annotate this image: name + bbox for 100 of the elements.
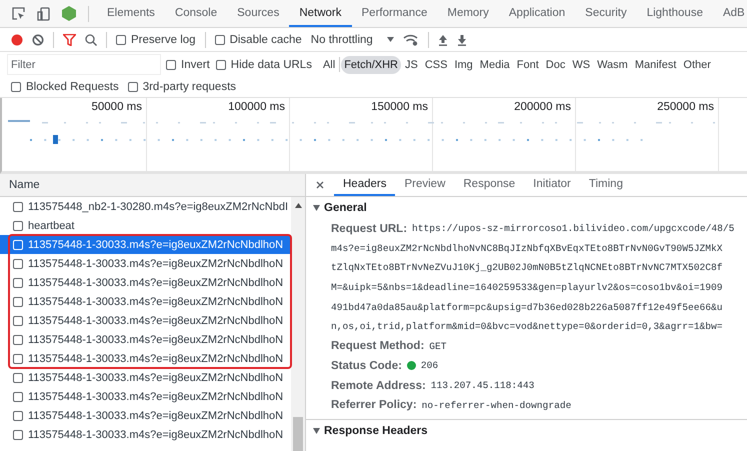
search-icon[interactable] (85, 34, 97, 46)
url-text-line: M=&uipk=5&nbs=1&deadline=1640259533&gen=playurlv2&os=coso1bv&oi=1909 (331, 282, 722, 294)
request-row[interactable]: 113575448-1-30033.m4s?e=ig8euxZM2rNcNbdlhoN (0, 406, 291, 425)
panel-tab[interactable]: Network (289, 0, 352, 27)
details-tab[interactable]: Response (454, 174, 524, 196)
throttling-dropdown[interactable]: No throttling (310, 34, 394, 46)
checkbox[interactable] (116, 34, 126, 44)
upload-icon[interactable] (438, 34, 448, 46)
checkbox[interactable] (214, 34, 225, 44)
checkbox-label[interactable]: Invert (181, 58, 210, 70)
request-row[interactable]: heartbeat (0, 216, 291, 235)
details-tab[interactable]: Headers (334, 174, 396, 196)
panel-tab[interactable]: Lighthouse (636, 0, 713, 27)
type-filter[interactable]: Other (680, 56, 714, 74)
checkbox-label[interactable]: Blocked Requests (26, 81, 119, 93)
row-checkbox[interactable] (13, 296, 23, 306)
request-row[interactable]: 113575448-1-30033.m4s?e=ig8euxZM2rNcNbdlhoN (0, 330, 291, 349)
section-title[interactable]: General (324, 202, 367, 214)
row-checkbox[interactable] (13, 278, 23, 288)
time-tick-label: 150000 ms (371, 101, 428, 113)
disclosure-triangle-icon[interactable] (313, 205, 320, 211)
type-filter[interactable]: Fetch/XHR (341, 56, 401, 74)
checkbox-label[interactable]: Disable cache (230, 34, 302, 46)
row-checkbox[interactable] (13, 202, 23, 212)
row-checkbox[interactable] (13, 392, 23, 402)
type-filter[interactable]: CSS (422, 56, 450, 74)
device-toolbar-icon[interactable] (37, 6, 50, 20)
section-title[interactable]: Response Headers (324, 424, 428, 437)
url-text-line: 491bd47a0da85au&platform=pc&upsig=d7b36ed028b226a5087ff12e49f5ee66&u (331, 302, 722, 313)
field-label: Remote Address: (331, 380, 426, 392)
type-filter[interactable]: JS (402, 56, 421, 74)
url-text-line: m4s?e=ig8euxZM2rNcNbdlhoNvNC8BqJIzNbfqXBvEqxTEto8BTrNvN0GvT90W5JZMkX (331, 242, 722, 254)
panel-tab[interactable]: Sources (227, 0, 290, 27)
checkbox[interactable] (128, 82, 138, 92)
type-filter[interactable]: Font (514, 56, 542, 74)
scrollbar-thumb[interactable] (293, 417, 303, 451)
request-row[interactable]: 113575448-1-30033.m4s?e=ig8euxZM2rNcNbdlhoN (0, 349, 291, 368)
url-text-line: tZlqNxTEto8BTrNvNeZVuJ10Kj_g2UB02J0mN0B5tZlqNCNEto8BTrNvNC7MTX502C8f (331, 262, 722, 274)
disclosure-triangle-icon[interactable] (313, 428, 320, 434)
panel-tab[interactable]: Performance (352, 0, 438, 27)
panel-tab[interactable]: Security (575, 0, 637, 27)
request-name: 113575448-1-30033.m4s?e=ig8euxZM2rNcNbdlhoN (28, 410, 284, 422)
panel-tab[interactable]: Console (164, 0, 228, 27)
caret-icon (386, 37, 394, 42)
filter-icon[interactable] (63, 34, 76, 46)
type-filter[interactable]: Wasm (594, 56, 631, 74)
hexagon-icon[interactable] (62, 6, 76, 21)
wifi-gear-icon[interactable] (402, 34, 419, 46)
request-name: 113575448-1-30033.m4s?e=ig8euxZM2rNcNbdlhoN (28, 238, 284, 250)
record-button[interactable] (11, 34, 23, 46)
request-row[interactable]: 113575448-1-30033.m4s?e=ig8euxZM2rNcNbdlhoN (0, 311, 291, 330)
clear-icon[interactable] (32, 34, 44, 46)
checkbox-label[interactable]: 3rd-party requests (142, 81, 236, 93)
row-checkbox[interactable] (13, 334, 23, 344)
type-filter[interactable]: Media (476, 56, 513, 74)
details-tab[interactable]: Preview (395, 174, 454, 196)
details-tab[interactable]: Initiator (524, 174, 580, 196)
row-checkbox[interactable] (13, 354, 23, 364)
details-tab[interactable]: Timing (580, 174, 632, 196)
checkbox[interactable] (11, 82, 21, 92)
field-label: Status Code: (331, 360, 402, 372)
download-icon[interactable] (456, 34, 467, 46)
type-filter[interactable]: Manifest (632, 56, 680, 74)
inspect-icon[interactable] (12, 7, 25, 20)
row-checkbox[interactable] (13, 372, 23, 382)
filter-input[interactable]: Filter (8, 55, 160, 74)
request-row[interactable]: 113575448-1-30033.m4s?e=ig8euxZM2rNcNbdlhoN (0, 235, 291, 254)
request-name: 113575448-1-30033.m4s?e=ig8euxZM2rNcNbdlhoN (28, 258, 284, 270)
request-row[interactable]: 113575448-1-30033.m4s?e=ig8euxZM2rNcNbdlhoN (0, 425, 291, 444)
panel-tab[interactable]: Elements (97, 0, 165, 27)
panel-tab[interactable]: Application (498, 0, 576, 27)
type-filter[interactable]: All (320, 56, 338, 74)
request-row[interactable]: 113575448-1-30033.m4s?e=ig8euxZM2rNcNbdlhoN (0, 254, 291, 273)
panel-tab[interactable]: AdB (712, 0, 747, 27)
row-checkbox[interactable] (13, 220, 23, 230)
type-filter[interactable]: WS (569, 56, 594, 74)
request-name: 113575448-1-30033.m4s?e=ig8euxZM2rNcNbdlhoN (28, 352, 284, 364)
request-name: 113575448-1-30033.m4s?e=ig8euxZM2rNcNbdlhoN (28, 276, 284, 288)
time-tick-label: 250000 ms (657, 101, 714, 113)
type-filter[interactable]: Img (451, 56, 476, 74)
request-row[interactable]: 113575448-1-30033.m4s?e=ig8euxZM2rNcNbdlhoN (0, 292, 291, 311)
row-checkbox[interactable] (13, 430, 23, 440)
checkbox-label[interactable]: Preserve log (131, 34, 196, 46)
close-icon[interactable] (316, 181, 324, 189)
request-row[interactable]: 113575448_nb2-1-30280.m4s?e=ig8euxZM2rNcNbdI (0, 197, 291, 216)
request-row[interactable]: 113575448-1-30033.m4s?e=ig8euxZM2rNcNbdlhoN (0, 368, 291, 387)
scroll-up-icon[interactable] (294, 203, 302, 208)
checkbox[interactable] (216, 60, 226, 70)
column-header[interactable]: Name (0, 174, 305, 197)
checkbox[interactable] (166, 60, 176, 70)
checkbox-label[interactable]: Hide data URLs (230, 58, 312, 70)
row-checkbox[interactable] (13, 410, 23, 420)
field-value: 113.207.45.118:443 (430, 380, 534, 392)
request-row[interactable]: 113575448-1-30033.m4s?e=ig8euxZM2rNcNbdlhoN (0, 387, 291, 406)
row-checkbox[interactable] (13, 258, 23, 268)
type-filter[interactable]: Doc (542, 56, 568, 74)
panel-tab[interactable]: Memory (437, 0, 499, 27)
row-checkbox[interactable] (13, 316, 23, 326)
scrollbar[interactable] (291, 197, 305, 451)
request-row[interactable]: 113575448-1-30033.m4s?e=ig8euxZM2rNcNbdlhoN (0, 273, 291, 292)
